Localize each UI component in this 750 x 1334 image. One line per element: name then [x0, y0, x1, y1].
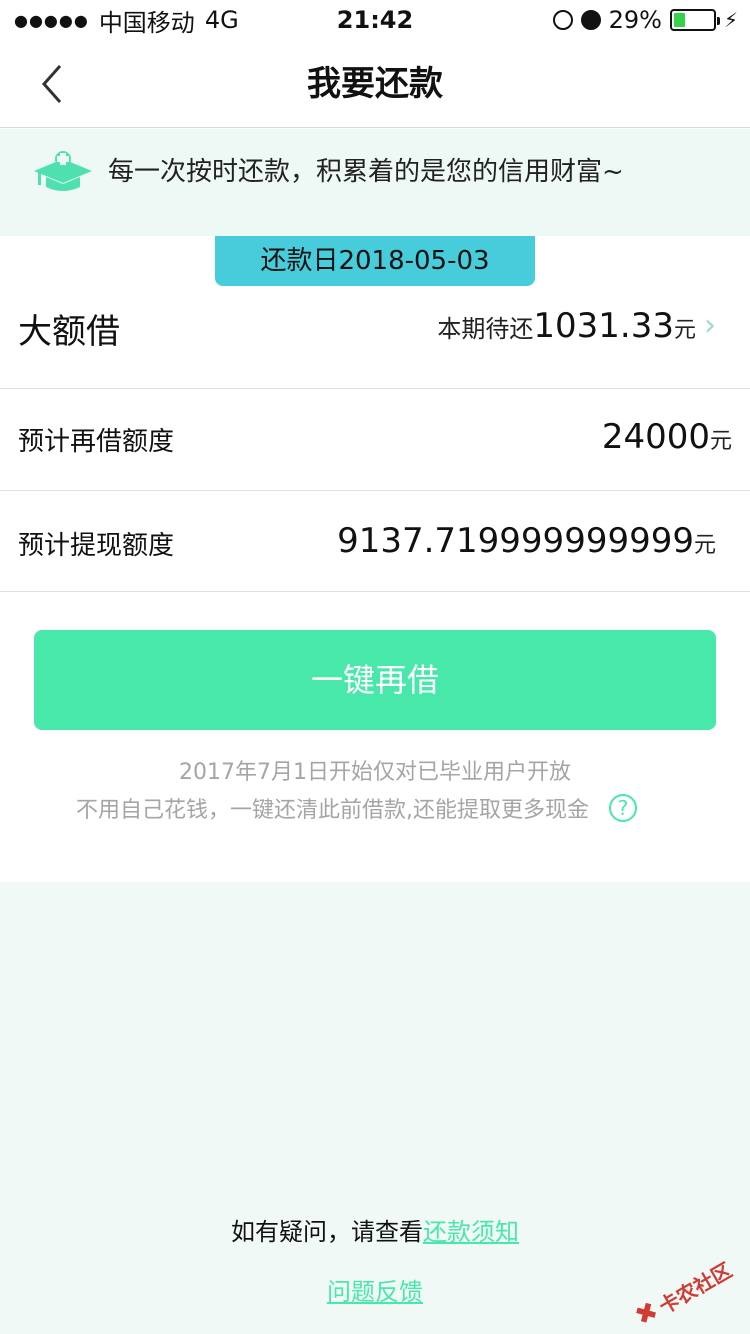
- product-name: 大额借: [18, 312, 120, 352]
- withdraw-amount: 9137.719999999999: [337, 521, 694, 561]
- watermark-text: 卡农社区: [654, 1257, 736, 1319]
- watermark: ✖ 卡农社区: [622, 1239, 747, 1334]
- signal-icon: ●●●●●: [14, 10, 89, 30]
- reborrow-label: 预计再借额度: [18, 427, 175, 457]
- reborrow-amount-group: 24000 元: [602, 417, 732, 457]
- reborrow-row: 预计再借额度 24000 元: [0, 389, 750, 491]
- status-bar: ●●●●● 中国移动 4G 21:42 29% ⚡: [0, 0, 750, 40]
- help-icon[interactable]: ?: [609, 794, 637, 822]
- network-label: 4G: [204, 6, 239, 34]
- eligibility-note: 2017年7月1日开始仅对已毕业用户开放: [179, 760, 571, 785]
- reborrow-amount: 24000: [601, 417, 710, 457]
- alarm-icon: [580, 10, 601, 30]
- benefit-note: 不用自己花钱，一键还清此前借款,还能提取更多现金 ?: [76, 792, 637, 824]
- faq-prefix: 如有疑问，请查看: [231, 1218, 423, 1246]
- chevron-right-icon: ›: [704, 308, 716, 343]
- battery-fill: [673, 13, 685, 27]
- withdraw-row: 预计提现额度 9137.719999999999 元: [0, 491, 750, 592]
- status-left: ●●●●● 中国移动 4G: [14, 3, 239, 38]
- reborrow-button[interactable]: 一键再借: [34, 630, 716, 730]
- rotation-lock-icon: [552, 10, 573, 30]
- repayment-card: 还款日2018-05-03 大额借 本期待还 1031.33 元 › 预计再借额…: [0, 236, 750, 882]
- due-amount-group: 本期待还 1031.33 元 ›: [437, 306, 716, 346]
- due-unit: 元: [673, 318, 696, 343]
- credit-banner: 每一次按时还款，积累着的是您的信用财富~: [0, 129, 750, 236]
- benefit-note-text: 不用自己花钱，一键还清此前借款,还能提取更多现金: [76, 798, 589, 823]
- reborrow-unit: 元: [709, 429, 732, 454]
- nav-bar: 我要还款: [0, 40, 750, 128]
- due-date-tag: 还款日2018-05-03: [215, 236, 535, 286]
- faq-line: 如有疑问，请查看还款须知: [0, 1212, 750, 1247]
- banner-text: 每一次按时还款，积累着的是您的信用财富~: [108, 157, 624, 187]
- repayment-notice-link[interactable]: 还款须知: [423, 1218, 519, 1246]
- charging-icon: ⚡: [723, 8, 738, 32]
- withdraw-label: 预计提现额度: [18, 531, 175, 561]
- footer-area: 如有疑问，请查看还款须知 问题反馈 ✖ 卡农社区: [0, 882, 750, 1334]
- withdraw-unit: 元: [693, 533, 716, 558]
- battery-icon: [669, 9, 720, 31]
- graduation-cap-icon: [34, 151, 92, 191]
- due-amount: 1031.33: [533, 306, 674, 346]
- page-title: 我要还款: [307, 64, 443, 104]
- due-label: 本期待还: [437, 315, 534, 343]
- status-right: 29% ⚡: [552, 0, 738, 40]
- carrier-label: 中国移动: [98, 8, 195, 37]
- withdraw-amount-group: 9137.719999999999 元: [337, 521, 716, 561]
- loan-row[interactable]: 大额借 本期待还 1031.33 元 ›: [0, 286, 750, 389]
- battery-percent: 29%: [608, 6, 662, 34]
